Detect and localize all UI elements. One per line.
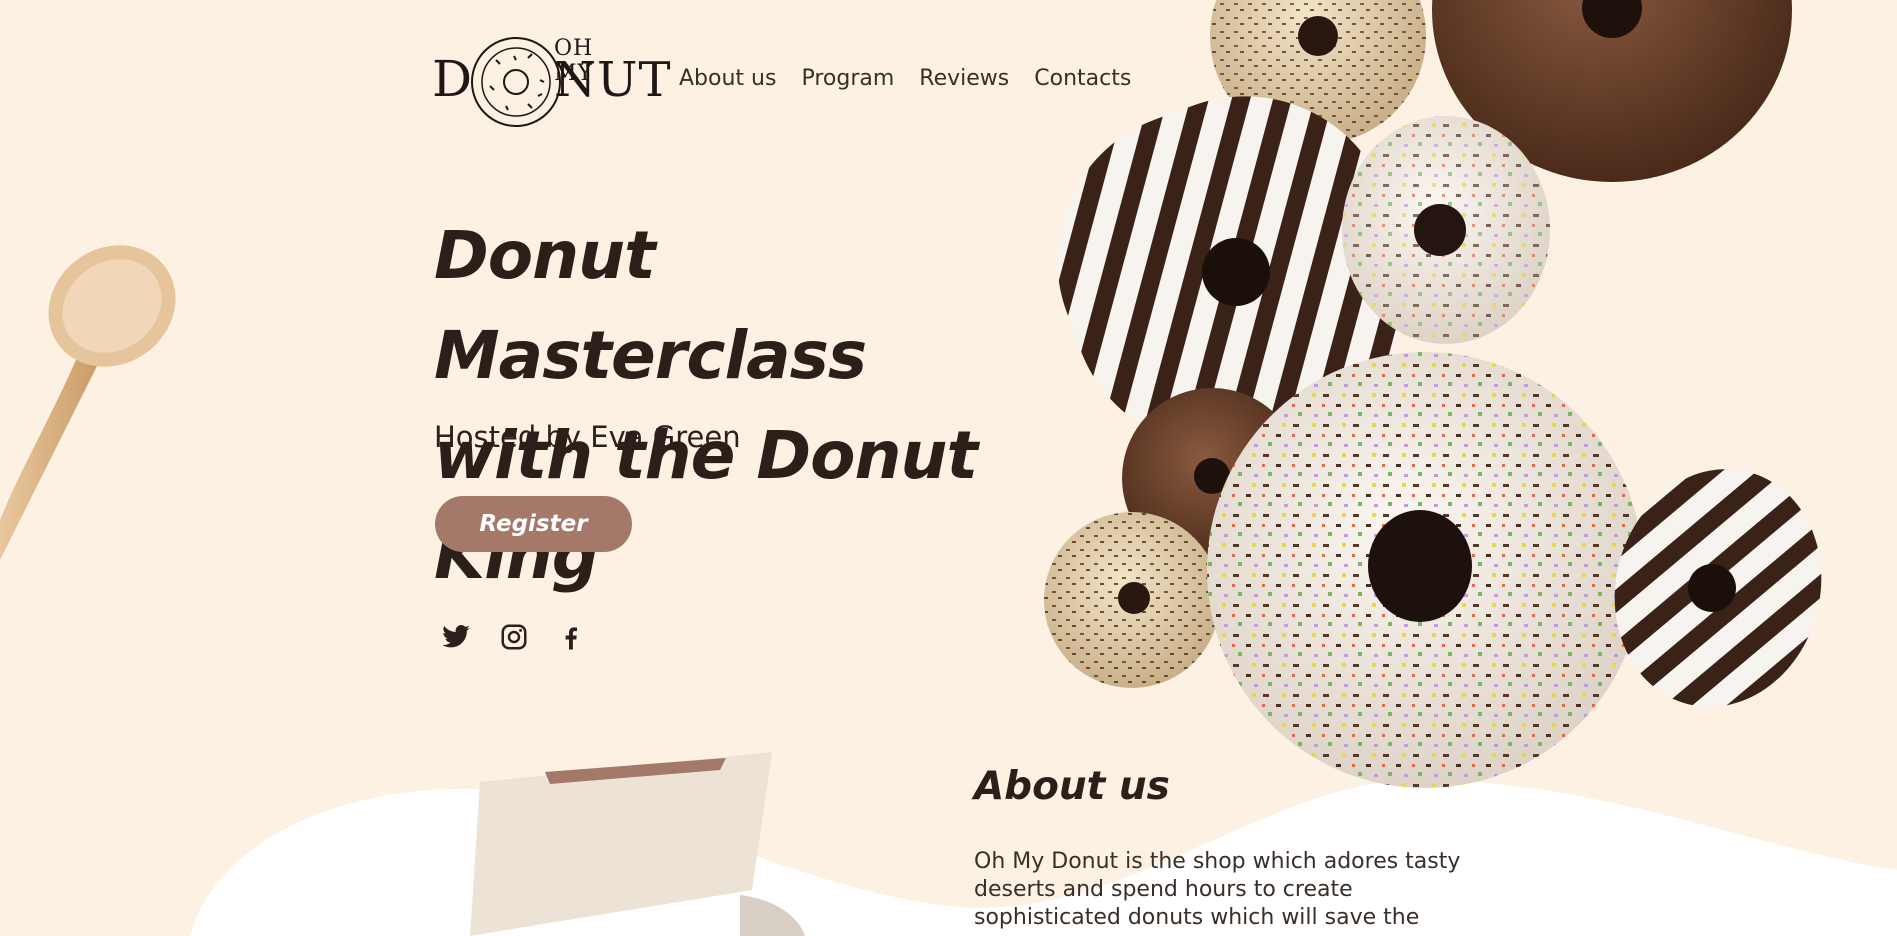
nav-about-us[interactable]: About us <box>679 66 776 91</box>
register-button[interactable]: Register <box>435 496 632 552</box>
about-text: Oh My Donut is the shop which adores tas… <box>974 849 1461 930</box>
hero-title-line1: Donut Masterclass <box>434 217 867 394</box>
logo-text-nut: NUT <box>554 52 672 108</box>
instagram-icon[interactable] <box>499 622 529 652</box>
main-nav: About us Program Reviews Contacts <box>679 66 1131 91</box>
logo-text-d: D <box>432 50 473 108</box>
brand-logo[interactable]: OH MY D NUT <box>432 30 670 130</box>
hero-subtitle: Hosted by Eva Green <box>434 420 741 454</box>
about-title: About us <box>974 764 1170 809</box>
nav-contacts[interactable]: Contacts <box>1034 66 1131 91</box>
nav-program[interactable]: Program <box>801 66 894 91</box>
twitter-icon[interactable] <box>441 622 471 652</box>
facebook-icon[interactable] <box>556 622 586 652</box>
donut-ring-icon <box>471 37 561 127</box>
nav-reviews[interactable]: Reviews <box>919 66 1009 91</box>
